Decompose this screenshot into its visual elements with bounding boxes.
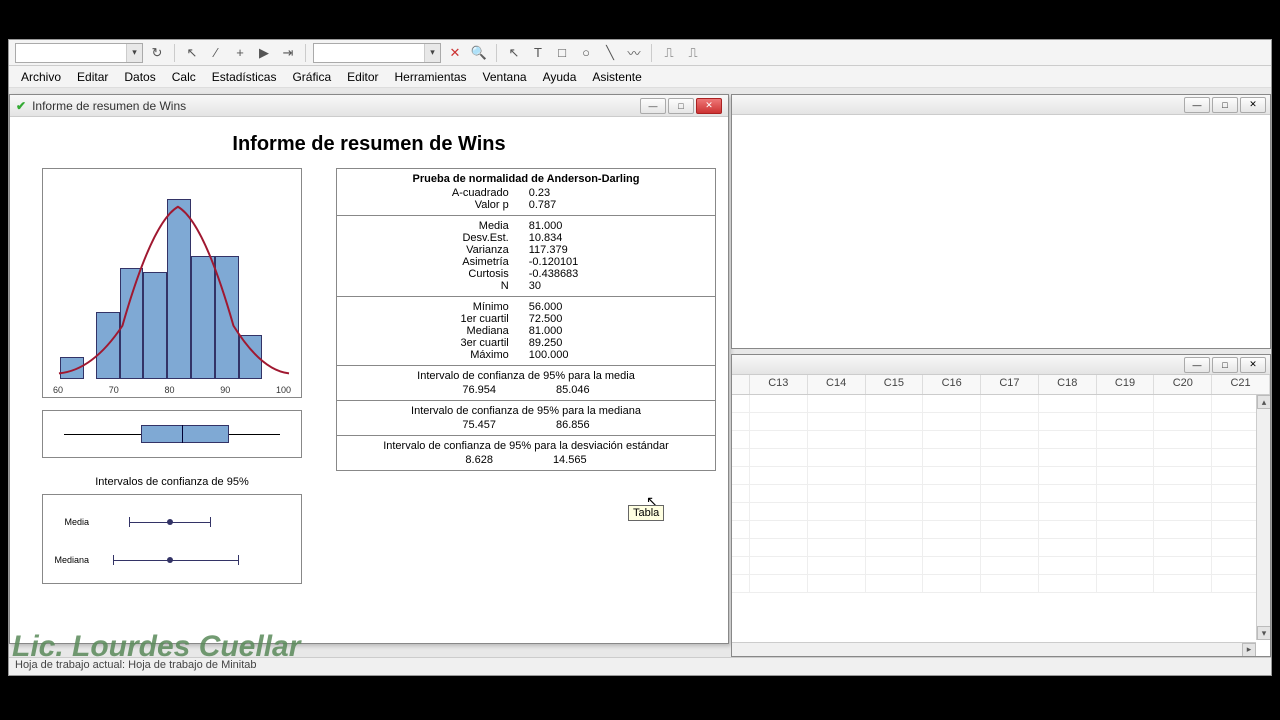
- tooltip: Tabla: [628, 505, 664, 521]
- report-window: ✔ Informe de resumen de Wins — □ ✕ Infor…: [9, 94, 729, 644]
- line-icon[interactable]: ╲: [600, 43, 620, 63]
- check-icon: ✔: [16, 99, 26, 113]
- scroll-right-icon[interactable]: ▸: [1242, 643, 1256, 657]
- minimize-button[interactable]: —: [1184, 97, 1210, 113]
- toolbar-combo-2[interactable]: ▾: [313, 43, 441, 63]
- plus-icon[interactable]: +: [230, 43, 250, 63]
- menu-datos[interactable]: Datos: [116, 67, 163, 87]
- worksheet-grid[interactable]: C13 C14 C15 C16 C17 C18 C19 C20 C21: [732, 375, 1270, 656]
- report-title: Informe de resumen de Wins: [22, 133, 716, 156]
- menubar: Archivo Editar Datos Calc Estadísticas G…: [9, 66, 1271, 88]
- menu-herramientas[interactable]: Herramientas: [387, 67, 475, 87]
- scrollbar-horizontal[interactable]: ▸: [732, 642, 1256, 656]
- maximize-button[interactable]: □: [1212, 97, 1238, 113]
- ci-label-mediana: Mediana: [49, 555, 93, 565]
- refresh-icon[interactable]: ↻: [147, 43, 167, 63]
- menu-asistente[interactable]: Asistente: [584, 67, 649, 87]
- table-row: [732, 503, 1270, 521]
- chart-icon[interactable]: ⎍: [659, 43, 679, 63]
- worksheet-titlebar[interactable]: — □ ✕: [732, 355, 1270, 375]
- menu-editor[interactable]: Editor: [339, 67, 386, 87]
- chevron-down-icon: ▾: [126, 44, 142, 62]
- workspace: ✔ Informe de resumen de Wins — □ ✕ Infor…: [9, 88, 1271, 657]
- table-row: [732, 485, 1270, 503]
- select-icon[interactable]: ↖: [504, 43, 524, 63]
- stats-table[interactable]: Prueba de normalidad de Anderson-Darling…: [336, 168, 716, 471]
- scrollbar-vertical[interactable]: ▴ ▾: [1256, 395, 1270, 640]
- app-frame: ▾ ↻ ↖ ⁄ + ▶ ⇥ ▾ ✕ 🔍 ↖ T □ ○ ╲ 〰 ⎍ ⎍ Arch…: [8, 39, 1272, 676]
- toolbar-combo-1[interactable]: ▾: [15, 43, 143, 63]
- close-button[interactable]: ✕: [696, 98, 722, 114]
- column-headers: C13 C14 C15 C16 C17 C18 C19 C20 C21: [732, 375, 1270, 395]
- table-row: [732, 395, 1270, 413]
- session-titlebar[interactable]: — □ ✕: [732, 95, 1270, 115]
- adtest-title: Prueba de normalidad de Anderson-Darling: [345, 173, 707, 185]
- histogram-chart[interactable]: 60708090100: [42, 168, 302, 398]
- menu-estadisticas[interactable]: Estadísticas: [204, 67, 285, 87]
- table-row: [732, 467, 1270, 485]
- chart2-icon[interactable]: ⎍: [683, 43, 703, 63]
- ci-chart[interactable]: Media Mediana: [42, 494, 302, 584]
- skip-icon[interactable]: ⇥: [278, 43, 298, 63]
- text-icon[interactable]: T: [528, 43, 548, 63]
- scroll-up-icon[interactable]: ▴: [1257, 395, 1270, 409]
- ci-label-media: Media: [49, 517, 93, 527]
- boxplot-chart[interactable]: [42, 410, 302, 458]
- circle-icon[interactable]: ○: [576, 43, 596, 63]
- menu-calc[interactable]: Calc: [164, 67, 204, 87]
- pointer-icon[interactable]: ↖: [182, 43, 202, 63]
- maximize-button[interactable]: □: [668, 98, 694, 114]
- x-axis: 60708090100: [53, 385, 291, 395]
- menu-grafica[interactable]: Gráfica: [284, 67, 339, 87]
- ci-section-title: Intervalos de confianza de 95%: [22, 476, 322, 488]
- maximize-button[interactable]: □: [1212, 357, 1238, 373]
- polyline-icon[interactable]: 〰: [624, 43, 644, 63]
- minimize-button[interactable]: —: [1184, 357, 1210, 373]
- worksheet-window: — □ ✕ C13 C14 C15 C16 C17 C18 C19 C20 C2…: [731, 354, 1271, 657]
- brush-icon[interactable]: ⁄: [206, 43, 226, 63]
- menu-archivo[interactable]: Archivo: [13, 67, 69, 87]
- search-icon[interactable]: 🔍: [469, 43, 489, 63]
- window-title: Informe de resumen de Wins: [32, 99, 186, 113]
- table-row: [732, 413, 1270, 431]
- table-row: [732, 431, 1270, 449]
- table-row: [732, 575, 1270, 593]
- close-button[interactable]: ✕: [1240, 97, 1266, 113]
- table-row: [732, 449, 1270, 467]
- menu-editar[interactable]: Editar: [69, 67, 116, 87]
- statusbar: Hoja de trabajo actual: Hoja de trabajo …: [9, 657, 1271, 675]
- menu-ventana[interactable]: Ventana: [475, 67, 535, 87]
- scroll-down-icon[interactable]: ▾: [1257, 626, 1270, 640]
- minimize-button[interactable]: —: [640, 98, 666, 114]
- toolbar: ▾ ↻ ↖ ⁄ + ▶ ⇥ ▾ ✕ 🔍 ↖ T □ ○ ╲ 〰 ⎍ ⎍: [9, 40, 1271, 66]
- rect-icon[interactable]: □: [552, 43, 572, 63]
- close-button[interactable]: ✕: [1240, 357, 1266, 373]
- table-row: [732, 521, 1270, 539]
- chevron-down-icon: ▾: [424, 44, 440, 62]
- table-row: [732, 557, 1270, 575]
- menu-ayuda[interactable]: Ayuda: [535, 67, 585, 87]
- delete-icon[interactable]: ✕: [445, 43, 465, 63]
- session-window: — □ ✕: [731, 94, 1271, 349]
- table-row: [732, 539, 1270, 557]
- play-icon[interactable]: ▶: [254, 43, 274, 63]
- window-titlebar[interactable]: ✔ Informe de resumen de Wins — □ ✕: [10, 95, 728, 117]
